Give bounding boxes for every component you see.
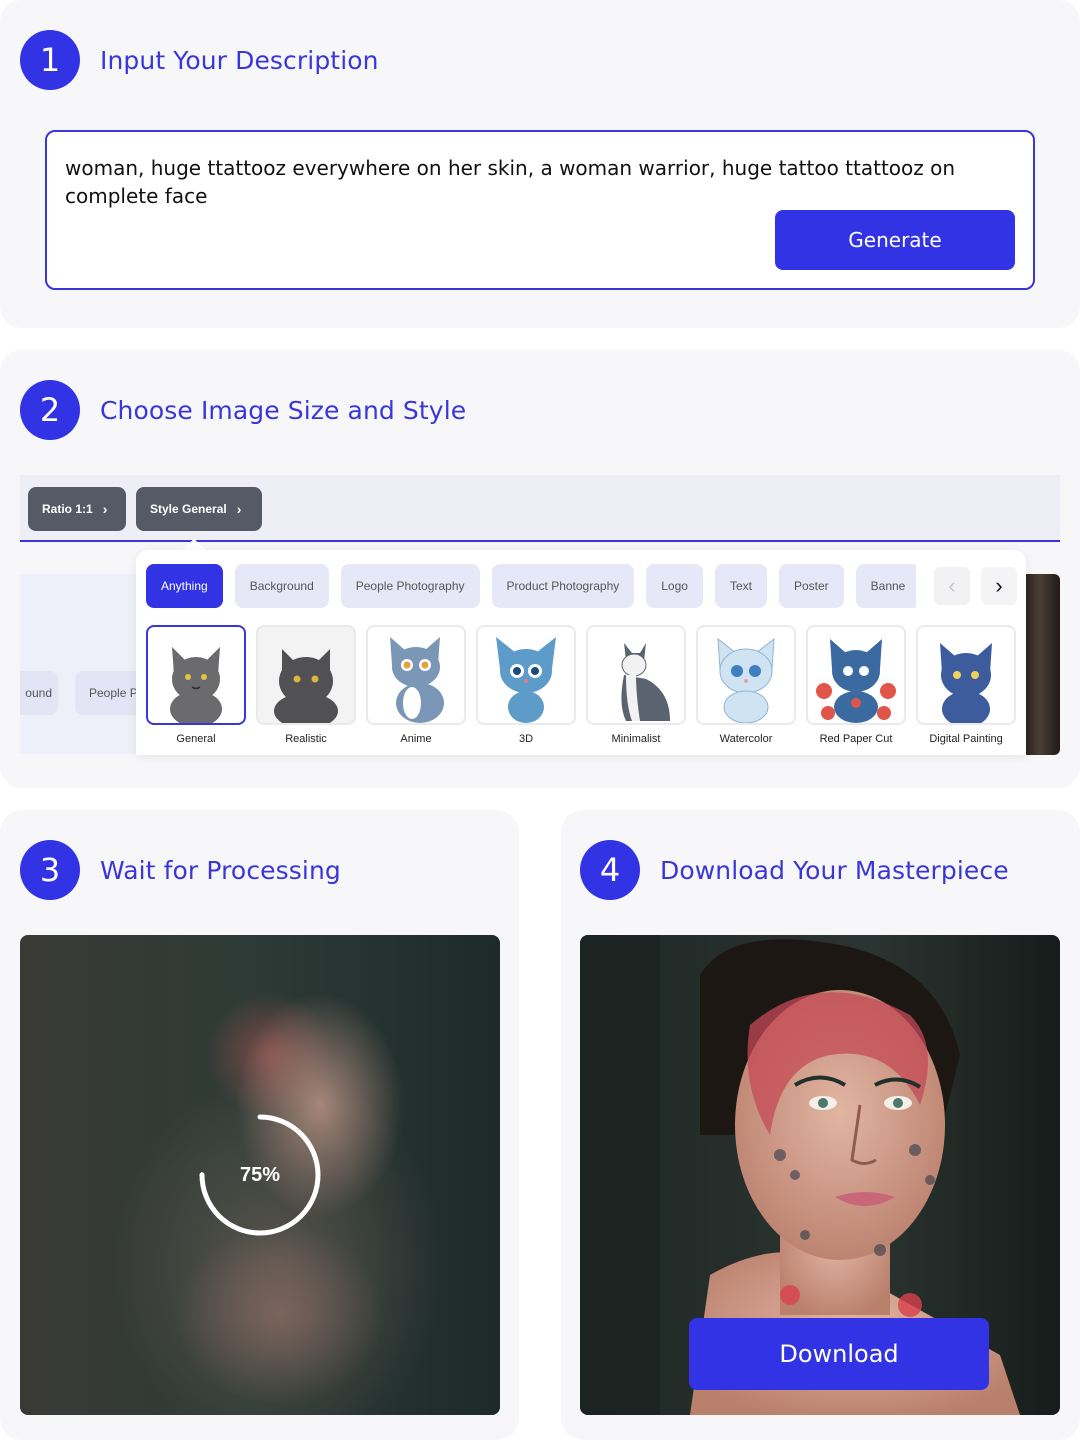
prompt-textarea[interactable]: woman, huge ttattooz everywhere on her s…	[45, 130, 1035, 290]
category-anything[interactable]: Anything	[146, 564, 223, 608]
background-photo	[1026, 574, 1060, 755]
style-option-watercolor[interactable]: Watercolor	[696, 625, 796, 745]
step-title: Choose Image Size and Style	[100, 395, 467, 425]
cat-thumbnail	[476, 625, 576, 725]
style-option-digital-painting[interactable]: Digital Painting	[916, 625, 1016, 745]
category-banner[interactable]: Banne	[855, 564, 916, 608]
step-4-card: 4 Download Your Masterpiece Download	[561, 810, 1080, 1440]
style-selector[interactable]: Style General ›	[136, 487, 262, 531]
style-label: Minimalist	[611, 733, 661, 745]
chevron-right-icon: ›	[236, 501, 242, 517]
download-button[interactable]: Download	[689, 1318, 989, 1390]
step-3-card: 3 Wait for Processing 75%	[0, 810, 519, 1440]
cat-thumbnail	[146, 625, 246, 725]
step-2-card: 2 Choose Image Size and Style Ratio 1:1 …	[0, 350, 1080, 788]
ratio-label: Ratio 1:1	[42, 502, 93, 516]
settings-bar: Ratio 1:1 › Style General ›	[20, 475, 1060, 542]
step-title: Wait for Processing	[100, 855, 341, 885]
category-background[interactable]: Background	[234, 564, 329, 608]
style-option-general[interactable]: General	[146, 625, 246, 745]
cat-thumbnail	[806, 625, 906, 725]
category-product-photography[interactable]: Product Photography	[491, 564, 635, 608]
category-tabs: Anything Background People Photography Prod…	[146, 564, 916, 608]
chevron-left-icon[interactable]: ‹	[934, 567, 970, 605]
step-3-header: 3 Wait for Processing	[20, 840, 341, 900]
style-label: 3D	[518, 733, 534, 745]
style-label: Anime	[400, 733, 432, 745]
cat-thumbnail	[586, 625, 686, 725]
step-4-header: 4 Download Your Masterpiece	[580, 840, 1009, 900]
generate-button[interactable]: Generate	[775, 210, 1015, 270]
step-title: Download Your Masterpiece	[660, 855, 1009, 885]
ratio-selector[interactable]: Ratio 1:1 ›	[28, 487, 126, 531]
style-option-red-paper-cut[interactable]: Red Paper Cut	[806, 625, 906, 745]
step-title: Input Your Description	[100, 45, 379, 75]
cat-thumbnail	[366, 625, 466, 725]
step-number-badge: 4	[580, 840, 640, 900]
style-label: Watercolor	[719, 733, 773, 745]
style-option-anime[interactable]: Anime	[366, 625, 466, 745]
chevron-right-icon[interactable]: ›	[981, 567, 1017, 605]
prompt-text[interactable]: woman, huge ttattooz everywhere on her s…	[65, 154, 1005, 210]
style-label: Realistic	[285, 733, 327, 745]
generated-image: Download	[580, 935, 1060, 1415]
step-number-badge: 3	[20, 840, 80, 900]
category-logo[interactable]: Logo	[646, 564, 703, 608]
style-label: Style General	[150, 502, 227, 516]
style-option-3d[interactable]: 3D	[476, 625, 576, 745]
cat-thumbnail	[696, 625, 796, 725]
style-dropdown-panel: Anything Background People Photography Prod…	[136, 550, 1026, 755]
background-chip: ound	[20, 671, 58, 715]
style-label: Digital Painting	[929, 733, 1003, 745]
step-number-badge: 2	[20, 380, 80, 440]
category-text[interactable]: Text	[714, 564, 767, 608]
step-1-card: 1 Input Your Description woman, huge tta…	[0, 0, 1080, 328]
category-people-photography[interactable]: People Photography	[340, 564, 480, 608]
category-poster[interactable]: Poster	[778, 564, 844, 608]
style-option-minimalist[interactable]: Minimalist	[586, 625, 686, 745]
blurred-preview-image: 75%	[20, 935, 500, 1415]
cat-thumbnail	[256, 625, 356, 725]
step-number-badge: 1	[20, 30, 80, 90]
style-label: General	[176, 733, 216, 745]
chevron-right-icon: ›	[102, 501, 108, 517]
cat-thumbnail	[916, 625, 1016, 725]
style-label: Red Paper Cut	[819, 733, 893, 745]
step-1-header: 1 Input Your Description	[20, 30, 379, 90]
progress-percentage: 75%	[239, 1163, 281, 1186]
style-option-realistic[interactable]: Realistic	[256, 625, 356, 745]
style-thumbnails: General Realistic Anime 3D Minimalist Wa…	[146, 625, 1026, 755]
step-2-header: 2 Choose Image Size and Style	[20, 380, 466, 440]
